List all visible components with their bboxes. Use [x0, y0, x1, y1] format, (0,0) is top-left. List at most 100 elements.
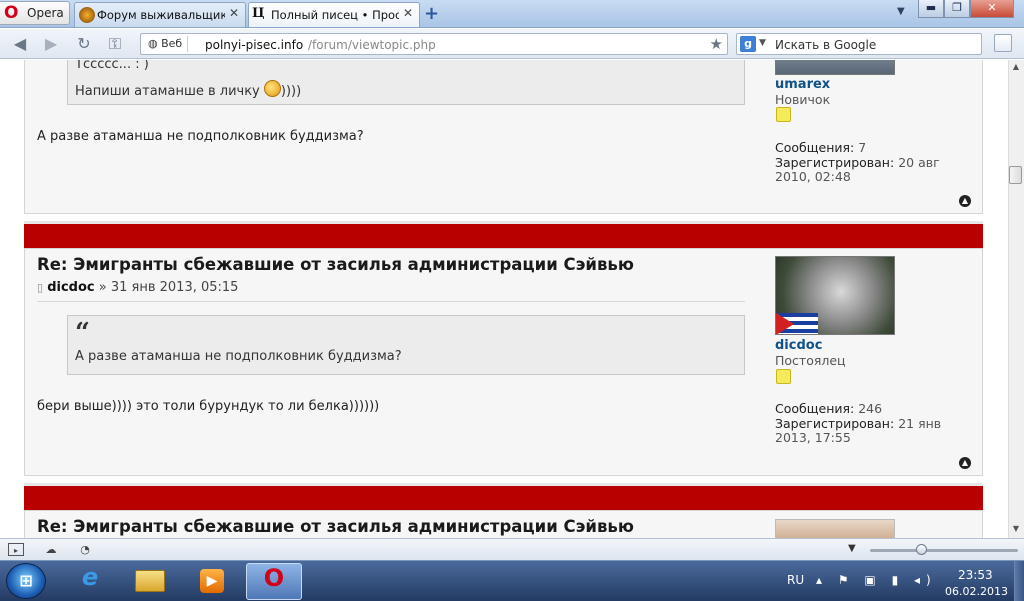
scroll-up-icon[interactable]: ▲ [1009, 62, 1023, 74]
post-quote: “ А разве атаманша не подполковник будди… [67, 315, 745, 375]
quote-line: Тссссс... : ) [75, 60, 149, 72]
posts-label: Сообщения: [775, 140, 855, 155]
new-tab-icon[interactable]: + [424, 3, 439, 24]
language-indicator[interactable]: RU [787, 573, 804, 587]
url-path: /forum/viewtopic.php [308, 38, 436, 52]
web-label: Веб [161, 37, 183, 50]
zoom-slider[interactable] [870, 549, 1018, 552]
tab-forum-survivalist[interactable]: Форум выживальщик... ✕ [74, 2, 246, 27]
post-header-bar [24, 221, 983, 248]
panel-toggle-icon[interactable]: ▸ [8, 543, 24, 556]
avatar[interactable] [775, 256, 895, 335]
avatar[interactable] [775, 519, 895, 538]
reload-icon[interactable]: ↻ [73, 34, 95, 54]
forward-icon[interactable]: ▶ [40, 34, 62, 54]
quote-suffix: )))) [280, 84, 302, 99]
quote-text: Напиши атаманше в личку [75, 84, 260, 99]
post-body: А разве атаманша не подполковник буддизм… [37, 129, 364, 144]
close-tab-icon[interactable]: ✕ [229, 6, 239, 20]
file-explorer-icon[interactable] [122, 563, 178, 600]
unite-cloud-icon[interactable]: ☁ [43, 543, 59, 556]
search-field[interactable]: g ▼ Искать в Google [736, 33, 982, 55]
posts-value: 7 [858, 140, 867, 155]
opera-logo-icon: O [4, 3, 19, 23]
posts-count-row: Сообщения: 7 [775, 141, 965, 155]
post-icon[interactable]: ▯ [37, 281, 43, 294]
internet-explorer-icon[interactable]: e [62, 563, 118, 600]
opera-menu-button[interactable]: O Opera [0, 1, 70, 25]
posts-count-row: Сообщения: 246 [775, 402, 965, 416]
restore-icon[interactable]: ❐ [944, 0, 970, 18]
user-rank: Новичок [775, 92, 831, 107]
rank-badge-icon [776, 107, 791, 122]
forum-post: Re: Эмигранты сбежавшие от засилья админ… [24, 510, 983, 538]
registered-label: Зарегистрирован: [775, 416, 895, 431]
forum-favicon-icon [79, 7, 95, 23]
post-header-bar [24, 483, 983, 510]
zoom-menu-icon[interactable]: ▼ [848, 543, 856, 554]
address-toolbar: ◀ ▶ ↻ ⚿ ◍ Веб polnyi-pisec.info /forum/v… [0, 29, 1024, 59]
quote-line: Напиши атаманше в личку )))) [75, 80, 301, 99]
smiley-icon [263, 80, 281, 97]
turbo-speed-icon[interactable]: ◔ [77, 543, 93, 556]
media-player-icon[interactable]: ▶ [184, 563, 240, 600]
close-tab-icon[interactable]: ✕ [403, 6, 413, 20]
sidebar-toggle-icon[interactable] [994, 34, 1012, 52]
page-scrollbar[interactable] [1008, 60, 1024, 538]
google-icon: g [740, 36, 756, 52]
post-date: » 31 янв 2013, 05:15 [98, 280, 239, 295]
site-favicon-icon: Ц [252, 6, 265, 21]
close-window-icon[interactable]: ✕ [970, 0, 1014, 18]
tab-title: Форум выживальщик... [97, 8, 225, 22]
opera-taskbar-icon[interactable]: O [246, 563, 302, 600]
back-to-top-icon[interactable]: ▲ [959, 457, 971, 469]
back-to-top-icon[interactable]: ▲ [959, 195, 971, 207]
clock-time[interactable]: 23:53 [958, 568, 993, 582]
avatar[interactable] [775, 60, 895, 75]
opera-menu-label: Opera [27, 6, 64, 20]
zoom-slider-thumb[interactable] [916, 544, 927, 555]
posts-value: 246 [858, 401, 883, 416]
tab-polnyi-pisec[interactable]: Ц Полный писец • Прос... ✕ [248, 2, 420, 27]
minimize-icon[interactable]: ▬ [918, 0, 944, 18]
post-body: бери выше)))) это толи бурундук то ли бе… [37, 399, 380, 414]
rank-badge-icon [776, 369, 791, 384]
post-title[interactable]: Re: Эмигранты сбежавшие от засилья админ… [37, 255, 634, 274]
show-desktop-button[interactable] [1014, 561, 1024, 601]
site-info-badge[interactable]: ◍ Веб [144, 36, 189, 52]
system-tray-icons[interactable]: ▴ ⚑ ▣ ▮ ◂) [816, 573, 937, 587]
address-field[interactable]: ◍ Веб polnyi-pisec.info /forum/viewtopic… [140, 33, 728, 55]
username-link[interactable]: dicdoc [775, 338, 822, 353]
start-button[interactable]: ⊞ [6, 563, 46, 599]
registered-row: Зарегистрирован: 21 янв 2013, 17:55 [775, 417, 965, 445]
forum-post: Re: Эмигранты сбежавшие от засилья админ… [24, 248, 983, 476]
clock-date[interactable]: 06.02.2013 [945, 585, 1008, 598]
username-link[interactable]: umarex [775, 77, 830, 92]
user-rank: Постоялец [775, 353, 846, 368]
window-controls: ▬ ❐ ✕ [896, 0, 1024, 20]
post-title[interactable]: Re: Эмигранты сбежавшие от засилья админ… [37, 517, 634, 536]
back-icon[interactable]: ◀ [9, 34, 31, 54]
divider [37, 301, 745, 302]
tab-bar: O Opera Форум выживальщик... ✕ Ц Полный … [0, 0, 1024, 28]
registered-row: Зарегистрирован: 20 авг 2010, 02:48 [775, 156, 965, 184]
scroll-down-icon[interactable]: ▼ [1009, 524, 1023, 536]
post-byline: ▯ dicdoc » 31 янв 2013, 05:15 [37, 280, 238, 295]
globe-icon: ◍ [148, 37, 162, 50]
key-icon[interactable]: ⚿ [104, 34, 126, 54]
flag-triangle [776, 313, 794, 334]
scrollbar-thumb[interactable] [1009, 166, 1022, 184]
search-engine-chevron-icon[interactable]: ▼ [759, 38, 766, 48]
forum-post: Тссссс... : ) Напиши атаманше в личку ))… [24, 60, 983, 214]
page-viewport: Тссссс... : ) Напиши атаманше в личку ))… [0, 60, 1008, 538]
user-stats: Сообщения: 7 Зарегистрирован: 20 авг 201… [775, 141, 965, 184]
quote-line: А разве атаманша не подполковник буддизм… [75, 349, 402, 364]
bookmark-star-icon[interactable]: ★ [710, 35, 723, 53]
posts-label: Сообщения: [775, 401, 855, 416]
url-host: polnyi-pisec.info [205, 38, 304, 52]
post-author-link[interactable]: dicdoc [47, 280, 94, 295]
post-quote: Тссссс... : ) Напиши атаманше в личку ))… [67, 60, 745, 105]
registered-label: Зарегистрирован: [775, 155, 895, 170]
windows-taskbar: ⊞ e ▶ O RU ▴ ⚑ ▣ ▮ ◂) 23:53 06.02.2013 [0, 560, 1024, 601]
search-placeholder: Искать в Google [775, 38, 877, 52]
